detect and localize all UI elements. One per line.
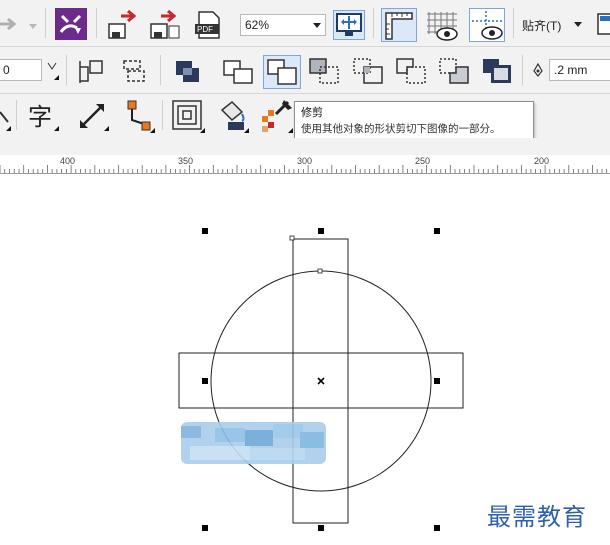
size-field[interactable]: 0 — [0, 59, 42, 81]
selection-handle[interactable] — [318, 525, 324, 531]
selection-handle[interactable] — [202, 228, 208, 234]
forward-dropdown-icon[interactable] — [28, 20, 38, 29]
outline-width-field[interactable]: .2 mm — [549, 59, 610, 81]
selection-handle[interactable] — [202, 525, 208, 531]
dimension-tool-icon[interactable] — [76, 100, 110, 132]
rulers-icon[interactable] — [381, 8, 417, 42]
node-handle[interactable] — [289, 235, 295, 241]
pdf-icon[interactable]: PDF — [193, 10, 223, 40]
snap-to-label: 贴齐(T) — [522, 19, 562, 33]
interactive-fill-icon[interactable] — [258, 98, 294, 134]
selection-handle[interactable] — [318, 228, 324, 234]
selection-handle[interactable] — [434, 525, 440, 531]
svg-text:字: 字 — [28, 103, 52, 131]
trim-tooltip: 修剪 使用其他对象的形状剪切下图像的一部分。 — [294, 101, 534, 142]
selection-handle[interactable] — [202, 378, 208, 384]
text-tool-icon[interactable]: 字 — [26, 100, 60, 132]
combine-icon[interactable] — [220, 57, 256, 87]
selection-handle[interactable] — [434, 378, 440, 384]
full-screen-preview-icon[interactable] — [333, 10, 365, 40]
settings-icon[interactable] — [596, 12, 610, 38]
property-bar: 0 .2 mm — [0, 47, 610, 94]
trim-icon[interactable] — [263, 55, 301, 89]
guidelines-icon[interactable] — [469, 8, 505, 42]
ruler-label: 200 — [534, 156, 550, 166]
import-icon[interactable] — [107, 9, 137, 40]
connector-tool-icon[interactable] — [122, 98, 156, 134]
node-handle[interactable] — [317, 268, 323, 274]
standard-toolbar: PDF 62% 贴齐(T) — [0, 0, 610, 47]
horizontal-ruler[interactable]: 400 350 300 250 200 — [0, 155, 610, 174]
back-minus-front-icon[interactable] — [436, 55, 472, 89]
grid-icon[interactable] — [425, 8, 461, 42]
align-distribute-icon[interactable] — [46, 61, 60, 81]
front-minus-back-icon[interactable] — [393, 55, 429, 89]
ruler-background — [0, 138, 610, 155]
zoom-level-select[interactable]: 62% — [240, 14, 326, 36]
export-icon[interactable] — [149, 9, 181, 40]
chevron-down-icon — [313, 23, 321, 28]
size-field-value: 0 — [3, 63, 10, 77]
tooltip-description: 使用其他对象的形状剪切下图像的一部分。 — [301, 123, 501, 135]
selection-handle[interactable] — [434, 228, 440, 234]
intersect-icon[interactable] — [306, 55, 342, 89]
forward-arrow-icon[interactable] — [0, 14, 22, 34]
pen-nib-icon — [532, 62, 544, 77]
outline-width-value: .2 mm — [554, 63, 588, 77]
ruler-label: 300 — [297, 156, 313, 166]
blurred-region — [181, 422, 326, 464]
ruler-label: 350 — [178, 156, 194, 166]
tooltip-title: 修剪 — [301, 106, 323, 119]
align-top-icon[interactable] — [118, 57, 150, 85]
snap-to-menu[interactable]: 贴齐(T) — [522, 17, 586, 35]
boundary-icon[interactable] — [479, 55, 515, 89]
zoom-level-value: 62% — [245, 18, 270, 32]
simplify-icon[interactable] — [350, 55, 386, 89]
shape-tool-icon[interactable] — [0, 102, 12, 132]
center-marker-icon — [317, 377, 325, 385]
contour-tool-icon[interactable] — [170, 98, 206, 134]
app-launcher-icon[interactable] — [55, 8, 87, 40]
ruler-label: 400 — [60, 156, 76, 166]
drawing-canvas[interactable] — [0, 174, 610, 545]
svg-text:PDF: PDF — [197, 25, 213, 34]
weld-icon[interactable] — [172, 57, 204, 85]
watermark-text: 最需教育 — [487, 503, 587, 531]
ruler-label: 250 — [415, 156, 431, 166]
align-left-icon[interactable] — [76, 57, 108, 85]
fill-tool-icon[interactable] — [214, 98, 250, 134]
